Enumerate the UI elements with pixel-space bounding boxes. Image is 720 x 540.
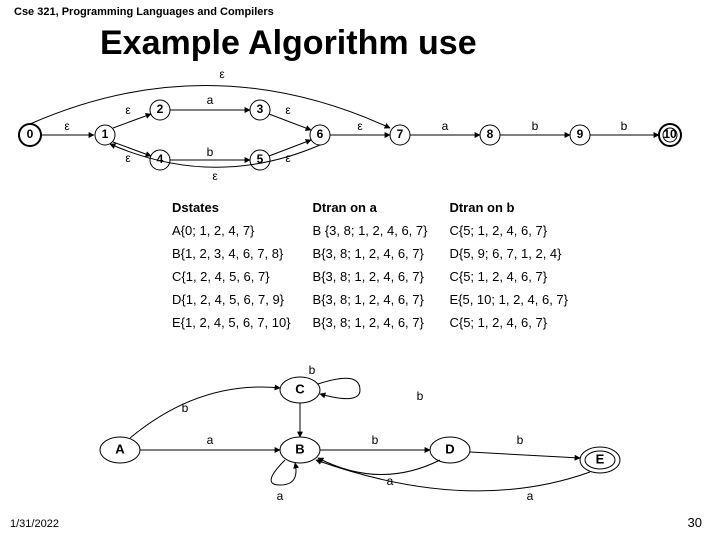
svg-text:1: 1 [102,127,109,141]
svg-text:7: 7 [397,127,404,141]
nfa-node-3: 3 [250,100,270,120]
col-dtran-b: Dtran on b [449,197,588,218]
nfa-node-7: 7 [390,125,410,145]
svg-text:0: 0 [27,127,34,141]
nfa-node-9: 9 [570,125,590,145]
nfa-node-10: 10 [659,124,681,146]
svg-text:B: B [295,441,304,456]
slide-number: 30 [688,515,702,530]
dstates-table: Dstates Dtran on a Dtran on b A{0; 1, 2,… [170,195,590,335]
svg-text:a: a [277,489,284,503]
page-title: Example Algorithm use [100,24,477,63]
svg-text:2: 2 [157,102,164,116]
svg-text:8: 8 [487,127,494,141]
nfa-node-0: 0 [19,124,41,146]
dfa-diagram: A B C D E a b b b b b a a a [0,360,720,520]
svg-text:9: 9 [577,127,584,141]
dfa-node-C: C [280,377,320,403]
nfa-node-6: 6 [310,125,330,145]
svg-text:ε: ε [125,151,131,165]
svg-text:a: a [442,119,449,133]
table-row: C{1, 2, 4, 5, 6, 7}B{3, 8; 1, 2, 4, 6, 7… [172,266,588,287]
nfa-diagram: 0 1 2 4 3 5 6 7 8 9 10 ε ε ε a b ε ε ε a… [0,70,720,190]
svg-text:C: C [295,381,305,396]
svg-text:ε: ε [285,103,291,117]
svg-text:b: b [532,119,539,133]
nfa-node-1: 1 [95,125,115,145]
svg-text:b: b [621,119,628,133]
svg-text:b: b [517,433,524,447]
dfa-node-B: B [280,437,320,463]
dfa-node-D: D [430,437,470,463]
svg-text:10: 10 [663,127,677,141]
svg-text:A: A [115,441,125,456]
svg-text:ε: ε [64,119,70,133]
svg-text:a: a [527,489,534,503]
nfa-node-4: 4 [150,150,170,170]
svg-text:b: b [182,401,189,415]
svg-text:b: b [417,389,424,403]
svg-text:6: 6 [317,127,324,141]
svg-text:a: a [207,93,214,107]
svg-text:ε: ε [219,70,225,81]
svg-text:b: b [372,433,379,447]
dfa-node-E: E [580,447,620,473]
col-dtran-a: Dtran on a [313,197,448,218]
table-row: A{0; 1, 2, 4, 7}B {3, 8; 1, 2, 4, 6, 7}C… [172,220,588,241]
nfa-node-5: 5 [250,150,270,170]
svg-text:D: D [445,441,454,456]
nfa-node-8: 8 [480,125,500,145]
svg-text:a: a [207,433,214,447]
col-dstates: Dstates [172,197,311,218]
table-row: B{1, 2, 3, 4, 6, 7, 8}B{3, 8; 1, 2, 4, 6… [172,243,588,264]
svg-text:ε: ε [125,103,131,117]
svg-text:b: b [207,145,214,159]
table-row: D{1, 2, 4, 5, 6, 7, 9}B{3, 8; 1, 2, 4, 6… [172,289,588,310]
table-row: E{1, 2, 4, 5, 6, 7, 10}B{3, 8; 1, 2, 4, … [172,312,588,333]
dfa-node-A: A [100,437,140,463]
svg-text:E: E [596,451,605,466]
slide-date: 1/31/2022 [10,518,59,530]
svg-text:ε: ε [212,169,218,183]
course-header: Cse 321, Programming Languages and Compi… [14,6,274,18]
svg-text:3: 3 [257,102,264,116]
svg-text:4: 4 [157,152,164,166]
nfa-node-2: 2 [150,100,170,120]
svg-text:b: b [309,363,316,377]
svg-text:ε: ε [357,119,363,133]
svg-text:ε: ε [285,151,291,165]
